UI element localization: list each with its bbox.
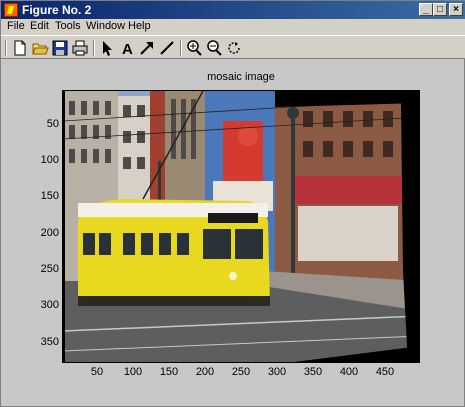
title-bar[interactable]: Figure No. 2 _ □ × xyxy=(1,1,465,19)
save-icon[interactable] xyxy=(51,39,69,57)
toolbar: A xyxy=(1,35,465,59)
y-tick-label: 150 xyxy=(40,190,59,202)
x-tick-label: 150 xyxy=(159,366,179,378)
svg-text:A: A xyxy=(122,41,133,57)
zoom-out-icon[interactable] xyxy=(205,39,223,57)
rotate-icon[interactable] xyxy=(225,39,243,57)
x-tick-label: 450 xyxy=(375,366,395,378)
matlab-app-icon xyxy=(4,3,18,17)
mosaic-image[interactable] xyxy=(62,90,420,363)
menu-help[interactable]: Help xyxy=(128,20,151,32)
figure-window: Figure No. 2 _ □ × File Edit Tools Windo… xyxy=(0,0,465,407)
y-tick-label: 350 xyxy=(40,336,59,348)
open-folder-icon[interactable] xyxy=(31,39,49,57)
close-button[interactable]: × xyxy=(449,3,463,16)
new-file-icon[interactable] xyxy=(11,39,29,57)
arrow-select-icon[interactable] xyxy=(98,39,116,57)
x-tick-label: 300 xyxy=(267,366,287,378)
x-tick-label: 350 xyxy=(303,366,323,378)
zoom-in-icon[interactable] xyxy=(185,39,203,57)
menu-edit[interactable]: Edit xyxy=(30,20,49,32)
toolbar-grip xyxy=(5,40,7,56)
y-tick-label: 50 xyxy=(46,118,59,130)
x-tick-label: 200 xyxy=(195,366,215,378)
menu-file[interactable]: File xyxy=(7,20,25,32)
arrow-tool-icon[interactable] xyxy=(138,39,156,57)
y-tick-label: 300 xyxy=(40,299,59,311)
y-tick-label: 250 xyxy=(40,263,59,275)
menu-window[interactable]: Window xyxy=(86,20,125,32)
menu-tools[interactable]: Tools xyxy=(55,20,81,32)
plot-title: mosaic image xyxy=(207,71,275,83)
toolbar-separator-2 xyxy=(180,40,182,56)
text-tool-icon[interactable]: A xyxy=(118,39,136,58)
y-tick-label: 100 xyxy=(40,154,59,166)
x-tick-label: 50 xyxy=(90,366,104,378)
maximize-button[interactable]: □ xyxy=(433,3,447,16)
print-icon[interactable] xyxy=(71,39,89,57)
window-title: Figure No. 2 xyxy=(22,3,92,17)
line-tool-icon[interactable] xyxy=(158,39,176,57)
minimize-button[interactable]: _ xyxy=(419,3,433,16)
x-tick-label: 400 xyxy=(339,366,359,378)
menu-bar: File Edit Tools Window Help xyxy=(1,19,465,35)
y-tick-label: 200 xyxy=(40,227,59,239)
x-tick-label: 100 xyxy=(123,366,143,378)
toolbar-separator xyxy=(93,40,95,56)
mosaic-photo xyxy=(63,91,419,362)
x-tick-label: 250 xyxy=(231,366,251,378)
